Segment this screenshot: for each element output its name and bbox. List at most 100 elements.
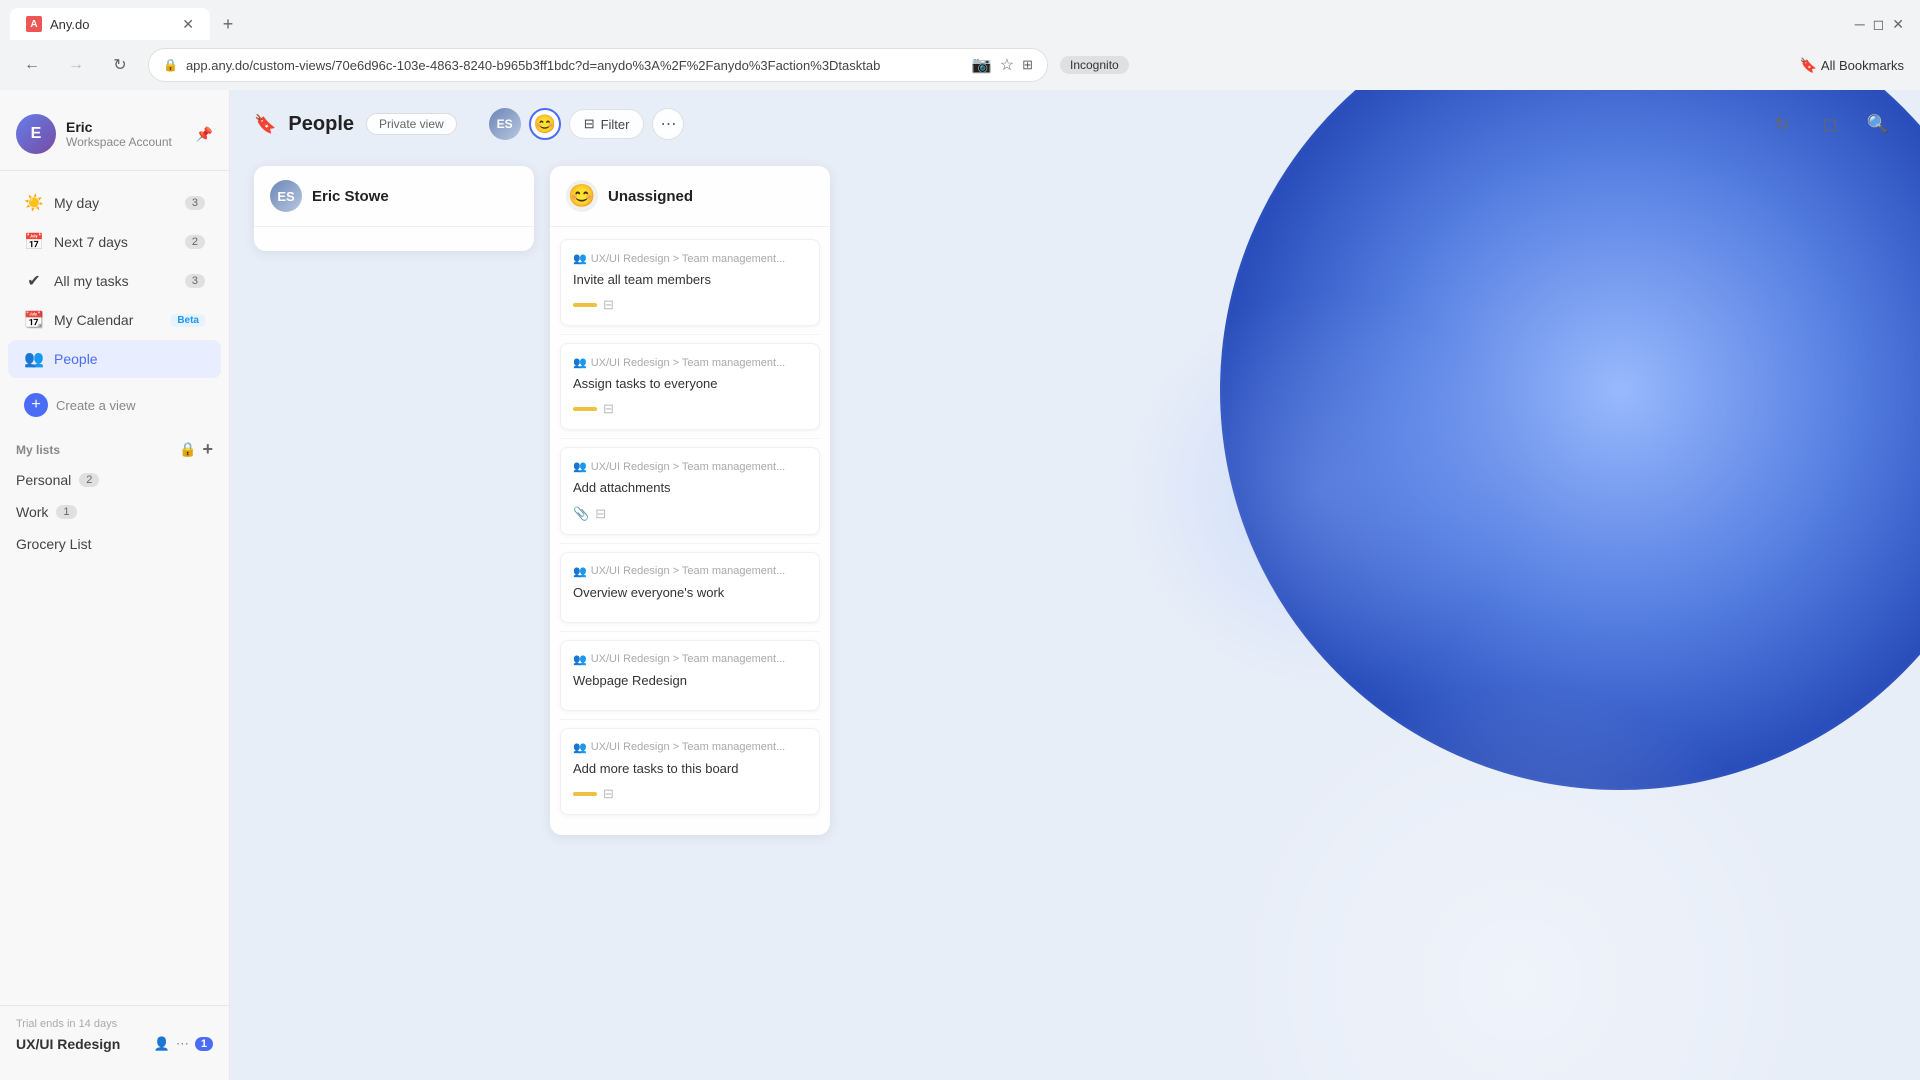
more-options-button[interactable]: ⋯ xyxy=(652,108,684,140)
task-title: Overview everyone's work xyxy=(573,584,807,602)
tab-close-button[interactable]: ✕ xyxy=(182,16,194,33)
address-actions: 📷 ☆ ⊞ xyxy=(972,55,1033,75)
create-view-plus-icon: + xyxy=(24,393,48,417)
subtask-icon[interactable]: ⊟ xyxy=(603,401,614,417)
incognito-badge: Incognito xyxy=(1060,56,1129,74)
task-meta-text: UX/UI Redesign > Team management... xyxy=(591,565,786,577)
task-meta: 👥 UX/UI Redesign > Team management... xyxy=(573,460,807,473)
task-title: Assign tasks to everyone xyxy=(573,375,807,393)
task-footer: ⊟ xyxy=(573,297,807,313)
refresh-button[interactable]: ↻ xyxy=(104,49,136,81)
sidebar-nav: ☀️ My day 3 📅 Next 7 days 2 ✔ All my tas… xyxy=(0,179,229,383)
bookmarks-bar: 🔖 All Bookmarks xyxy=(1799,57,1904,74)
lock-icon: 🔒 xyxy=(163,58,178,72)
create-view-item[interactable]: + Create a view xyxy=(8,385,221,425)
unassigned-title: Unassigned xyxy=(608,188,693,205)
window-controls: ─ ◻ ✕ xyxy=(1855,16,1920,33)
star-icon[interactable]: ☆ xyxy=(1000,55,1014,75)
list-item-grocery[interactable]: Grocery List xyxy=(0,528,229,560)
task-meta-text: UX/UI Redesign > Team management... xyxy=(591,253,786,265)
beta-badge: Beta xyxy=(171,314,205,327)
task-card[interactable]: 👥 UX/UI Redesign > Team management... We… xyxy=(560,640,820,711)
next-7-days-icon: 📅 xyxy=(24,232,44,252)
sidebar-item-all-tasks[interactable]: ✔ All my tasks 3 xyxy=(8,262,221,300)
sidebar-label-next-7-days: Next 7 days xyxy=(54,234,175,250)
task-footer: ⊟ xyxy=(573,786,807,802)
sidebar-footer: Trial ends in 14 days UX/UI Redesign 👤 ⋯… xyxy=(0,1005,229,1064)
refresh-view-button[interactable]: ↻ xyxy=(1764,106,1800,142)
add-list-button[interactable]: + xyxy=(202,439,213,460)
back-button[interactable]: ← xyxy=(16,49,48,81)
task-card[interactable]: 👥 UX/UI Redesign > Team management... In… xyxy=(560,239,820,326)
address-bar[interactable]: 🔒 app.any.do/custom-views/70e6d96c-103e-… xyxy=(148,48,1048,82)
tab-favicon: A xyxy=(26,16,42,32)
priority-bar xyxy=(573,303,597,307)
task-footer: ⊟ xyxy=(573,401,807,417)
bookmarks-icon: 🔖 xyxy=(1799,57,1816,74)
settings-icon[interactable]: ⋯ xyxy=(176,1036,189,1052)
sidebar-item-people[interactable]: 👥 People xyxy=(8,340,221,378)
my-day-icon: ☀️ xyxy=(24,193,44,213)
new-tab-button[interactable]: + xyxy=(214,10,242,38)
search-button[interactable]: 🔍 xyxy=(1860,106,1896,142)
task-title: Add attachments xyxy=(573,479,807,497)
filter-icon: ⊟ xyxy=(584,116,595,132)
work-badge: 1 xyxy=(56,505,76,519)
sidebar-item-calendar[interactable]: 📆 My Calendar Beta xyxy=(8,301,221,339)
browser-chrome: A Any.do ✕ + ─ ◻ ✕ ← → ↻ 🔒 app.any.do/cu… xyxy=(0,0,1920,90)
unassigned-column-body: 👥 UX/UI Redesign > Team management... In… xyxy=(550,227,830,835)
eric-avatar-header[interactable]: ES xyxy=(489,108,521,140)
divider xyxy=(560,334,820,335)
priority-bar xyxy=(573,407,597,411)
task-meta-text: UX/UI Redesign > Team management... xyxy=(591,461,786,473)
task-meta-icon: 👥 xyxy=(573,741,587,754)
sidebar-item-next-7-days[interactable]: 📅 Next 7 days 2 xyxy=(8,223,221,261)
layout-button[interactable]: ◻ xyxy=(1812,106,1848,142)
sidebar-badge-my-day: 3 xyxy=(185,196,205,210)
subtask-icon[interactable]: ⊟ xyxy=(603,297,614,313)
active-tab[interactable]: A Any.do ✕ xyxy=(10,8,210,40)
task-meta: 👥 UX/UI Redesign > Team management... xyxy=(573,252,807,265)
sidebar-item-my-day[interactable]: ☀️ My day 3 xyxy=(8,184,221,222)
main-content: 🔖 People Private view ES 😊 ⊟ Filter ⋯ xyxy=(230,90,1920,1080)
private-view-badge[interactable]: Private view xyxy=(366,113,457,135)
sidebar-badge-next-7-days: 2 xyxy=(185,235,205,249)
extension-icon[interactable]: ⊞ xyxy=(1022,57,1033,73)
divider xyxy=(560,543,820,544)
trial-text: Trial ends in 14 days xyxy=(16,1018,213,1030)
task-card[interactable]: 👥 UX/UI Redesign > Team management... Ad… xyxy=(560,447,820,534)
filter-label: Filter xyxy=(601,117,630,132)
subtask-icon[interactable]: ⊟ xyxy=(603,786,614,802)
task-meta-icon: 👥 xyxy=(573,252,587,265)
team-icon[interactable]: 👤 xyxy=(154,1036,170,1052)
restore-icon: ◻ xyxy=(1873,16,1885,33)
header-actions: ES 😊 ⊟ Filter ⋯ xyxy=(489,108,685,140)
sidebar-label-my-day: My day xyxy=(54,195,175,211)
forward-button[interactable]: → xyxy=(60,49,92,81)
task-title: Add more tasks to this board xyxy=(573,760,807,778)
smiley-icon: 😊 xyxy=(568,183,595,209)
minimize-icon: ─ xyxy=(1855,16,1865,32)
pin-icon[interactable]: 📌 xyxy=(196,126,213,143)
task-meta: 👥 UX/UI Redesign > Team management... xyxy=(573,741,807,754)
unassigned-avatar-header[interactable]: 😊 xyxy=(529,108,561,140)
camera-icon[interactable]: 📷 xyxy=(972,55,992,75)
subtask-icon[interactable]: ⊟ xyxy=(595,506,606,522)
user-subtitle: Workspace Account xyxy=(66,135,186,149)
bookmarks-label: All Bookmarks xyxy=(1821,58,1904,73)
sidebar-label-people: People xyxy=(54,351,205,367)
task-meta-text: UX/UI Redesign > Team management... xyxy=(591,653,786,665)
divider xyxy=(560,719,820,720)
task-meta-text: UX/UI Redesign > Team management... xyxy=(591,357,786,369)
filter-button[interactable]: ⊟ Filter xyxy=(569,109,645,139)
task-meta-icon: 👥 xyxy=(573,356,587,369)
list-item-personal[interactable]: Personal 2 xyxy=(0,464,229,496)
task-card[interactable]: 👥 UX/UI Redesign > Team management... Ov… xyxy=(560,552,820,623)
attachment-icon[interactable]: 📎 xyxy=(573,506,589,522)
people-icon: 👥 xyxy=(24,349,44,369)
list-item-work[interactable]: Work 1 xyxy=(0,496,229,528)
task-card[interactable]: 👥 UX/UI Redesign > Team management... Ad… xyxy=(560,728,820,815)
task-card[interactable]: 👥 UX/UI Redesign > Team management... As… xyxy=(560,343,820,430)
column-header-unassigned: 😊 Unassigned xyxy=(550,166,830,227)
eric-stowe-avatar: ES xyxy=(270,180,302,212)
